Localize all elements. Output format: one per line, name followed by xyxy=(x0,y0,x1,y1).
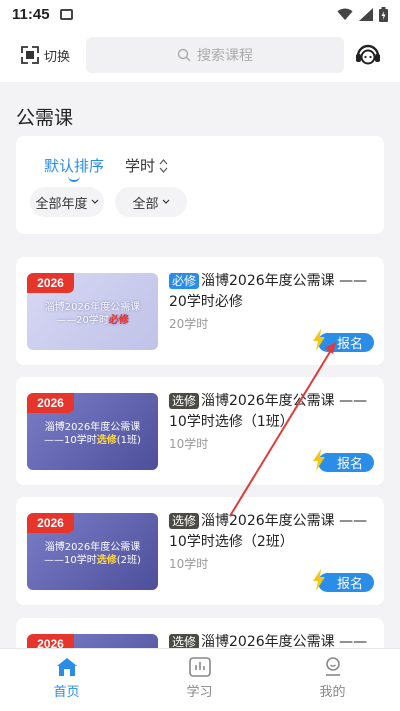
enroll-button[interactable]: 报名 xyxy=(313,449,374,472)
switch-icon xyxy=(21,46,39,64)
course-title: 选修 淄博2026年度公需课 ——10学时选修（2班） xyxy=(169,513,368,550)
switch-button[interactable]: 切换 xyxy=(20,45,70,65)
study-icon xyxy=(188,657,211,677)
year-badge: 2026 xyxy=(27,273,74,293)
lightning-icon xyxy=(313,329,325,351)
bottom-tab-bar: 首页 学习 我的 xyxy=(0,648,400,711)
enroll-button[interactable]: 报名 xyxy=(313,329,374,352)
page-title: 公需课 xyxy=(16,107,74,129)
enroll-label: 报名 xyxy=(336,457,363,472)
status-bar: 11:45 xyxy=(0,0,400,28)
search-input[interactable]: 搜索课程 xyxy=(86,37,344,73)
tab-home[interactable]: 首页 xyxy=(0,649,133,711)
course-thumbnail: 2026 淄博2026年度公需课 ——10学时选修(2班) xyxy=(27,513,158,590)
home-icon xyxy=(56,658,77,676)
enroll-label: 报名 xyxy=(336,577,363,592)
active-sort-indicator xyxy=(68,176,80,182)
tab-profile-label: 我的 xyxy=(319,685,346,700)
sort-hours-tab[interactable]: 学时 xyxy=(125,155,168,176)
status-time: 11:45 xyxy=(12,5,50,23)
course-thumbnail: 2026 淄博2026年度公需课 ——10学时选修(1班) xyxy=(27,393,158,470)
course-hours: 20学时 xyxy=(169,317,209,331)
tab-study-label: 学习 xyxy=(186,685,213,700)
year-filter-dropdown[interactable]: 全部年度 xyxy=(30,187,104,217)
profile-icon xyxy=(325,657,340,676)
chevron-down-icon xyxy=(91,199,98,204)
tab-home-label: 首页 xyxy=(53,685,80,700)
thumbnail-subtitle: ——10学时选修(1班) xyxy=(44,435,141,446)
battery-icon xyxy=(379,6,388,22)
signal-icon xyxy=(359,7,373,21)
sort-hours-label: 学时 xyxy=(125,157,156,175)
course-thumbnail: 2026 淄博2026年度公需课 ——20学时必修 xyxy=(27,273,158,350)
top-bar: 切换 搜索课程 xyxy=(0,28,400,82)
course-title: 必修 淄博2026年度公需课 ——20学时必修 xyxy=(169,273,368,310)
switch-label: 切换 xyxy=(44,49,71,65)
course-card[interactable]: 2026 淄博2026年度公需课 ——10学时选修(2班) 选修 淄博2026年度… xyxy=(16,497,384,605)
course-title: 选修 淄博2026年度公需课 ——10学时选修（1班） xyxy=(169,393,368,430)
sort-toggle-icon xyxy=(159,158,168,173)
filter-card: 默认排序 学时 全部年度 全部 xyxy=(16,136,384,234)
required-tag: 必修 xyxy=(169,273,200,289)
year-badge: 2026 xyxy=(27,393,74,413)
year-filter-label: 全部年度 xyxy=(35,196,88,212)
tab-study[interactable]: 学习 xyxy=(133,649,266,711)
category-filter-dropdown[interactable]: 全部 xyxy=(115,187,187,217)
tab-profile[interactable]: 我的 xyxy=(266,649,399,711)
category-filter-label: 全部 xyxy=(132,196,159,212)
wifi-icon xyxy=(337,8,353,20)
course-hours: 10学时 xyxy=(169,557,209,571)
course-hours: 10学时 xyxy=(169,437,209,451)
course-card[interactable]: 2026 淄博2026年度公需课 ——10学时选修(1班) 选修 淄博2026年度… xyxy=(16,377,384,485)
enroll-button[interactable]: 报名 xyxy=(313,569,374,592)
lightning-icon xyxy=(313,449,325,471)
customer-service-icon[interactable] xyxy=(355,43,381,67)
search-icon xyxy=(177,48,191,62)
thumbnail-subtitle: ——10学时选修(2班) xyxy=(44,555,141,566)
sort-default-tab[interactable]: 默认排序 xyxy=(44,155,104,176)
lightning-icon xyxy=(313,569,325,591)
elective-tag: 选修 xyxy=(169,513,200,529)
chevron-down-icon xyxy=(162,199,169,204)
elective-tag: 选修 xyxy=(169,393,200,409)
gallery-notification-icon xyxy=(59,8,73,20)
thumbnail-subtitle: ——20学时必修 xyxy=(56,315,129,326)
search-placeholder: 搜索课程 xyxy=(197,48,253,64)
course-card[interactable]: 2026 淄博2026年度公需课 ——20学时必修 必修 淄博2026年度公需课 … xyxy=(16,257,384,365)
enroll-label: 报名 xyxy=(336,337,363,352)
status-icons xyxy=(337,6,388,22)
year-badge: 2026 xyxy=(27,513,74,533)
